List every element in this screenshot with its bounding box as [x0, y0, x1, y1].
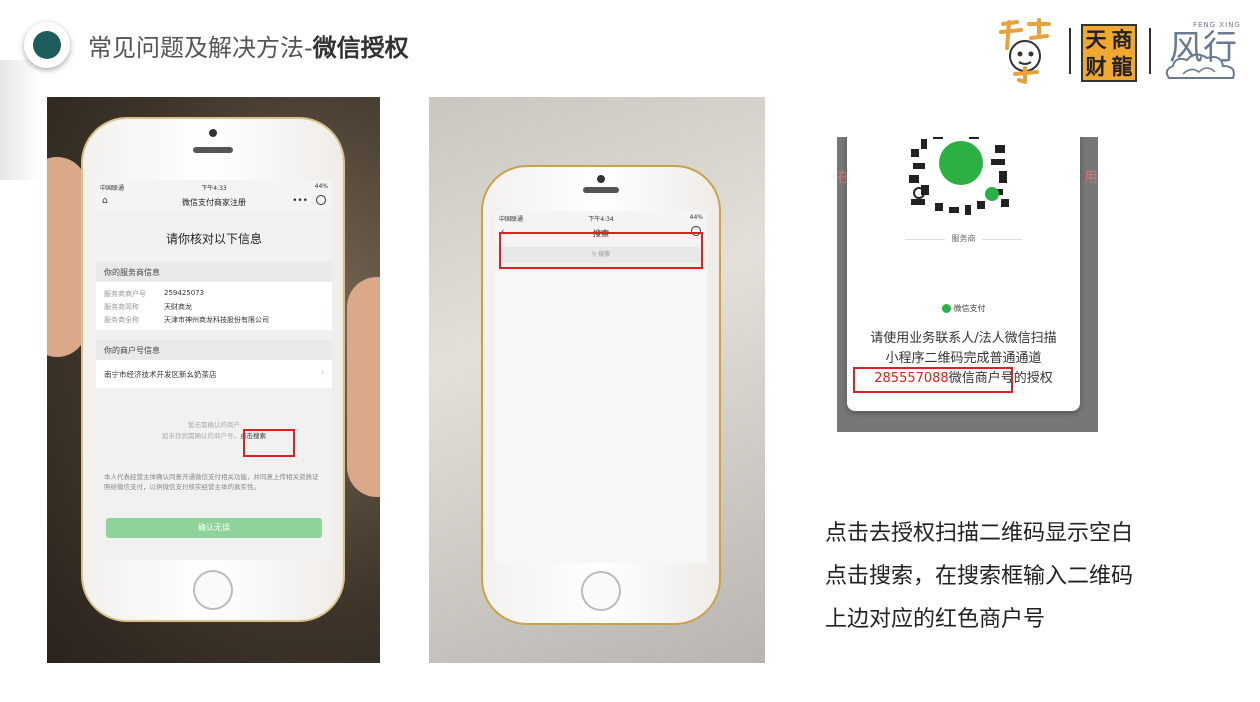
kanxue-logo	[999, 18, 1051, 84]
provider-info: 服务商商户号 259425073 服务商简称 天财商龙 服务商全称 天津市神州商龙科技…	[96, 282, 332, 330]
highlight-box	[499, 232, 703, 269]
mini-program-qr-code[interactable]	[905, 137, 1015, 221]
status-bar: 中国联通 下午4:33 44%	[96, 180, 332, 192]
chevron-right-icon: ›	[321, 368, 324, 377]
highlight-box	[243, 429, 295, 457]
nav-bar: ⌂ 微信支付商家注册 •••	[96, 192, 332, 212]
wechat-logo-icon	[939, 141, 983, 185]
verify-heading: 请你核对以下信息	[165, 232, 262, 246]
logo-divider	[1069, 28, 1071, 74]
camera-icon	[209, 129, 217, 137]
instruction-line: 上边对应的红色商户号	[825, 607, 1046, 632]
instruction-line: 点击去授权扫描二维码显示空白	[825, 521, 1134, 546]
page-title: 常见问题及解决方法-微信授权	[88, 34, 409, 62]
logo-group: 天商 财龍 风行 FENG XING	[995, 18, 1245, 88]
hand	[347, 277, 380, 497]
wechat-pay-label: 微信支付	[847, 303, 1080, 314]
close-icon[interactable]	[316, 195, 326, 205]
status-bar: 中国联通 下午4:34 44%	[495, 211, 707, 223]
corner-shade	[0, 60, 40, 180]
empty-state: 暂无需确认的商户 如未找到需确认的商户号，点击搜索	[162, 421, 266, 440]
instruction-line: 点击搜索，在搜索框输入二维码	[825, 564, 1134, 589]
cloud-icon	[1165, 53, 1235, 79]
tiancai-shanglong-logo: 天商 财龍	[1081, 24, 1137, 82]
merchant-section-title: 你的商户号信息	[96, 340, 332, 361]
mini-program-icon	[985, 187, 999, 201]
wechat-pay-icon	[941, 304, 951, 313]
confirm-button[interactable]: 确认无误	[106, 518, 322, 538]
phone-photo-merchant-register: 中国联通 下午4:33 44% ⌂ 微信支付商家注册 ••• 请你核对以下信息 …	[47, 97, 380, 663]
highlight-box	[853, 367, 1013, 393]
fengxing-logo: 风行 FENG XING	[1163, 18, 1243, 88]
provider-section-title: 你的服务商信息	[96, 262, 332, 283]
title-bullet-icon	[24, 22, 70, 68]
consent-notice: 本人代表经营主体确认同意开通微信支付相关功能，并同意上传相关资质证照给微信支付，…	[104, 473, 319, 491]
role-label: 服务商	[951, 234, 976, 243]
earpiece	[193, 147, 233, 153]
authorization-qr-screenshot: 在 用 服务商 微信支付 请使用业务联系人/法人微信扫描 小程序二维码完成普通通…	[837, 137, 1098, 432]
merchant-item[interactable]: 南宁市经济技术开发区新幺奶茶店 ›	[96, 360, 332, 388]
instructions-text: 点击去授权扫描二维码显示空白 点击搜索，在搜索框输入二维码 上边对应的红色商户号	[825, 512, 1133, 641]
camera-icon	[597, 175, 605, 183]
home-button	[581, 571, 621, 611]
earpiece	[583, 187, 619, 193]
blank-results	[495, 271, 707, 563]
phone-screen: 中国联通 下午4:33 44% ⌂ 微信支付商家注册 ••• 请你核对以下信息 …	[96, 180, 332, 560]
home-button	[193, 570, 233, 610]
logo-divider	[1149, 28, 1151, 74]
more-icon[interactable]: •••	[292, 196, 308, 206]
phone-photo-search: 中国联通 下午4:34 44% ‹ 搜索 ⚲ 搜索	[429, 97, 765, 663]
